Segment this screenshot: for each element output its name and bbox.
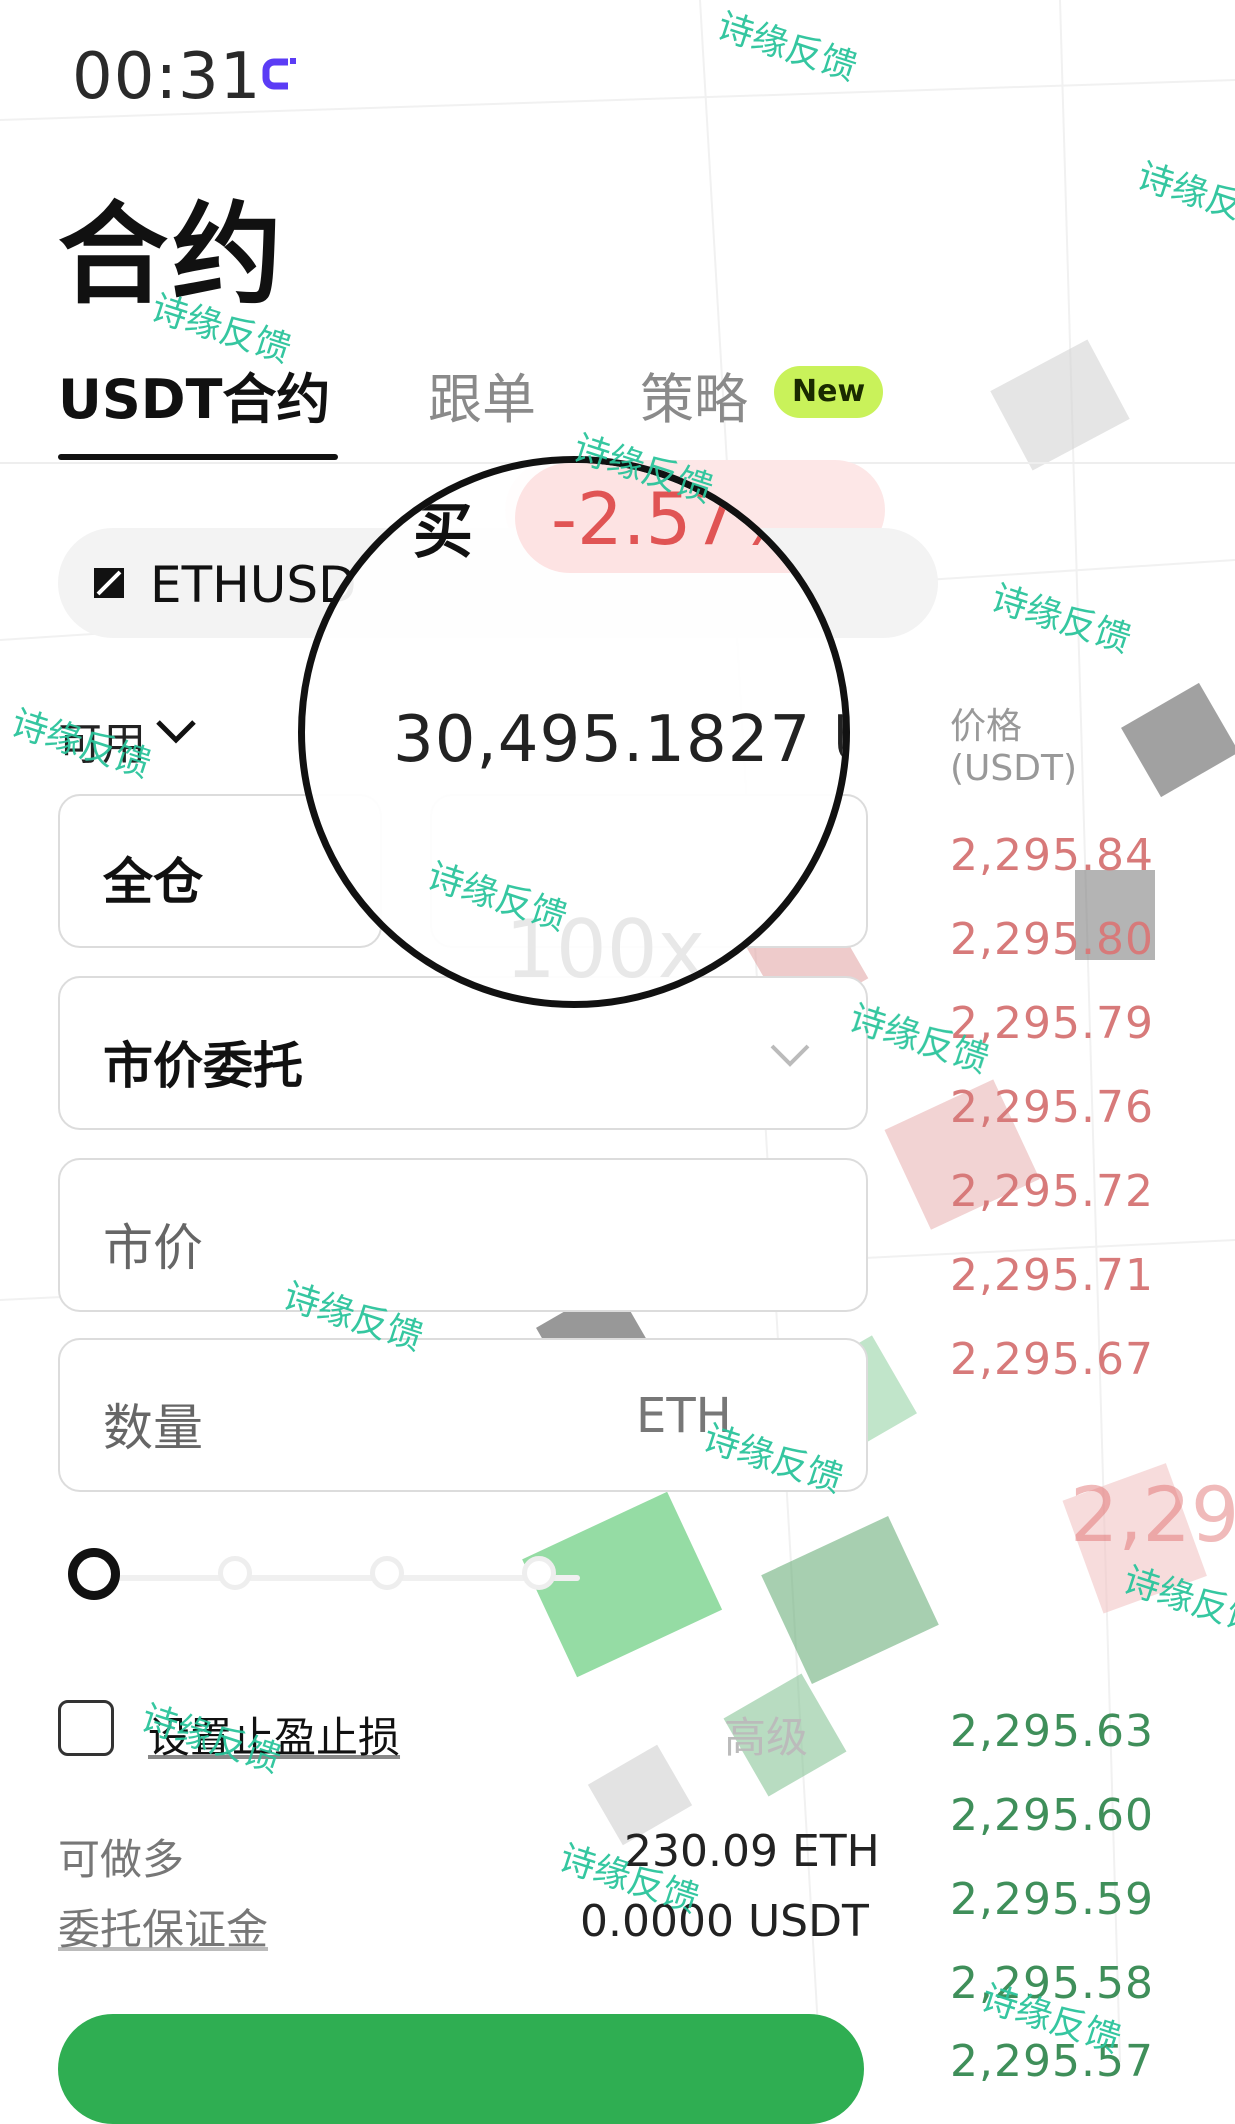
advanced-options-button[interactable]: 高级 (724, 1704, 808, 1765)
ask-price[interactable]: 2,295.67 (950, 1334, 1154, 1385)
margin-mode-label: 全仓 (103, 853, 203, 911)
symbol-type-icon (94, 568, 124, 598)
orderbook-header-unit: (USDT) (950, 748, 1078, 789)
chevron-down-icon[interactable] (154, 716, 198, 746)
slider-step[interactable] (370, 1556, 404, 1590)
ask-price[interactable]: 2,295.72 (950, 1166, 1154, 1217)
watermark-text: 诗缘反馈 (1132, 155, 1235, 240)
watermark-text: 诗缘反馈 (986, 577, 1136, 662)
watermark-text: 诗缘反馈 (712, 5, 862, 90)
order-type-label: 市价委托 (103, 1037, 303, 1095)
order-margin-value: 0.0000 USDT (580, 1896, 869, 1947)
quantity-slider-track[interactable] (80, 1575, 580, 1581)
tab-usdt-futures[interactable]: USDT合约 (58, 355, 330, 434)
tab-strategy[interactable]: 策略 (640, 355, 748, 434)
tab-copy-trading[interactable]: 跟单 (428, 355, 536, 434)
max-long-label: 可做多 (58, 1835, 185, 1884)
bid-price[interactable]: 2,295.59 (950, 1874, 1154, 1925)
app-notification-icon (262, 58, 296, 90)
slider-thumb[interactable] (68, 1548, 120, 1600)
tpsl-checkbox[interactable] (58, 1700, 114, 1756)
chevron-down-icon (770, 1044, 810, 1067)
ask-price[interactable]: 2,295.80 (950, 914, 1154, 965)
order-margin-label[interactable]: 委托保证金 (58, 1896, 268, 1957)
magnified-available-value: 30,495.1827 US (393, 703, 843, 777)
orderbook-header-label: 价格 (950, 706, 1023, 747)
magnifier-overlay: 买 -2.57% 30,495.1827 US 100x (298, 456, 850, 1008)
new-badge: New (774, 366, 884, 418)
ask-price[interactable]: 2,295.76 (950, 1082, 1154, 1133)
buy-long-button[interactable] (58, 2014, 864, 2124)
bid-price[interactable]: 2,295.63 (950, 1706, 1154, 1757)
status-time: 00:31 (72, 40, 262, 114)
ask-price[interactable]: 2,295.71 (950, 1250, 1154, 1301)
slider-step[interactable] (522, 1556, 556, 1590)
orderbook-price-header: 价格 (USDT) (950, 706, 1077, 790)
last-price: 2,295 (1070, 1470, 1235, 1559)
ask-price[interactable]: 2,295.84 (950, 830, 1154, 881)
watermark-text: 诗缘反馈 (1118, 1559, 1235, 1644)
bid-price[interactable]: 2,295.60 (950, 1790, 1154, 1841)
symbol-name: ETHUSD (150, 556, 357, 614)
price-placeholder: 市价 (103, 1219, 203, 1277)
magnified-side-label: 买 (413, 497, 473, 567)
slider-step[interactable] (218, 1556, 252, 1590)
active-tab-indicator (58, 454, 338, 460)
quantity-placeholder: 数量 (103, 1399, 203, 1457)
